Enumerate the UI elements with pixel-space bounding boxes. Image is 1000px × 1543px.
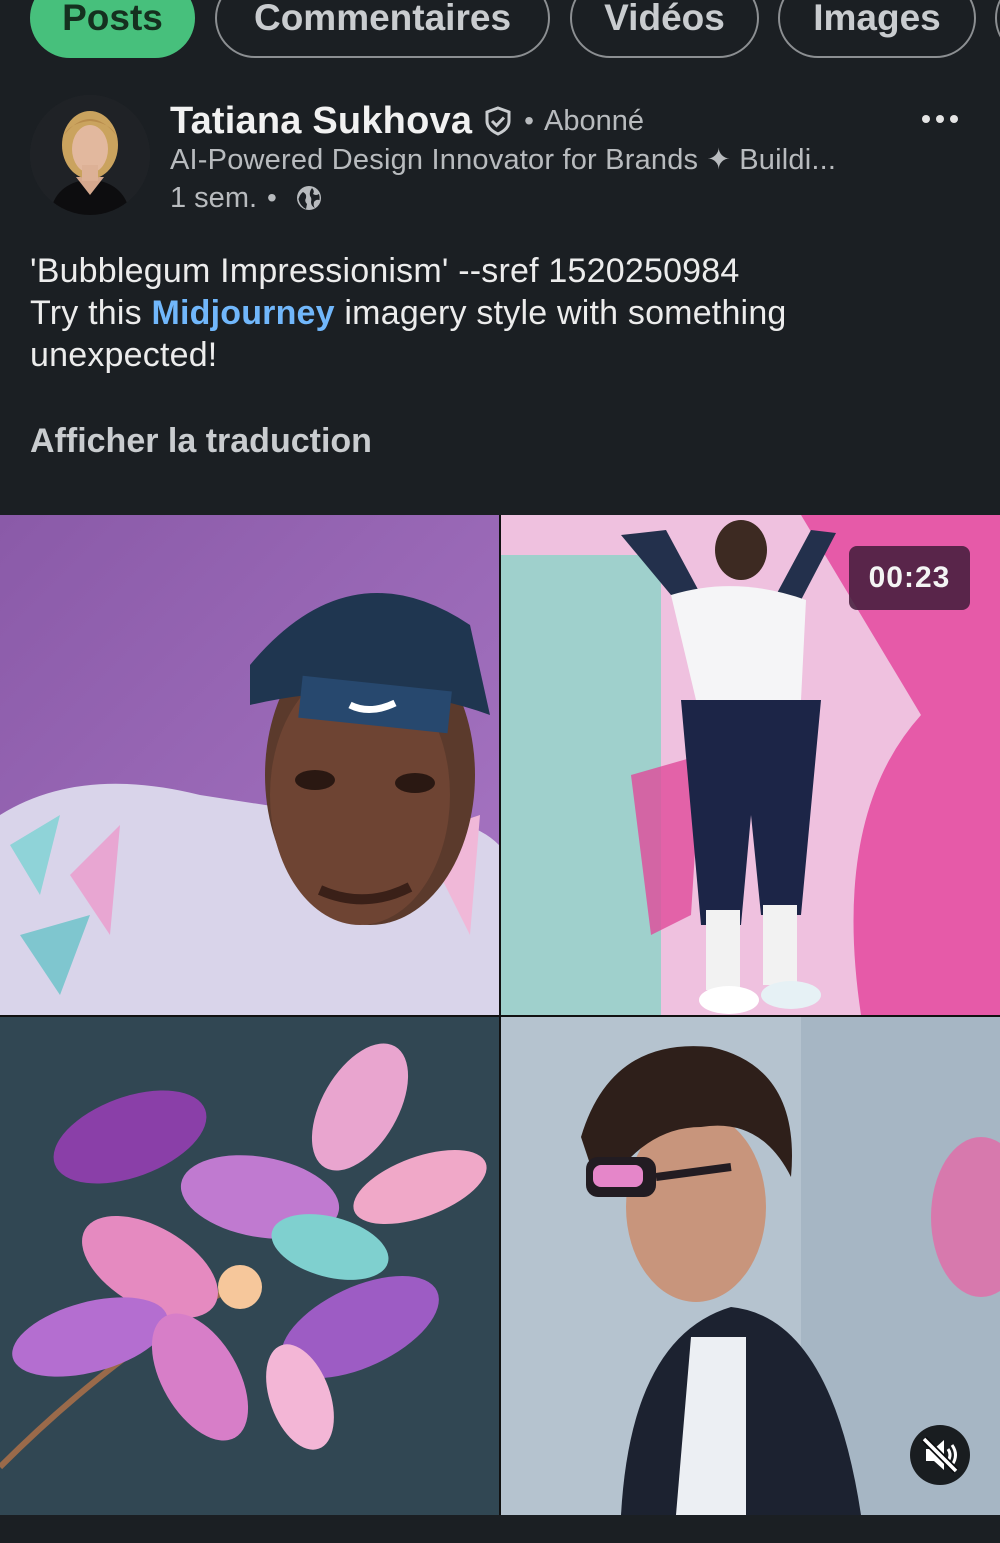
author-avatar[interactable] xyxy=(30,95,150,215)
post-text-line: 'Bubblegum Impressionism' --sref 1520250… xyxy=(30,252,740,290)
chip-more[interactable] xyxy=(995,0,1000,58)
post-body: 'Bubblegum Impressionism' --sref 1520250… xyxy=(30,250,970,376)
author-name[interactable]: Tatiana Sukhova xyxy=(170,100,472,143)
author-headline: AI-Powered Design Innovator for Brands ✦… xyxy=(170,144,837,176)
chip-comments[interactable]: Commentaires xyxy=(215,0,550,58)
post-video[interactable] xyxy=(0,515,1000,1515)
chip-posts[interactable]: Posts xyxy=(30,0,195,58)
speaker-muted-icon xyxy=(921,1436,959,1474)
follow-status: Abonné xyxy=(543,104,644,137)
video-duration-badge: 00:23 xyxy=(849,546,970,610)
separator-dot: • xyxy=(267,182,277,213)
separator-dot: • xyxy=(524,105,534,136)
chip-videos[interactable]: Vidéos xyxy=(570,0,759,58)
more-options-button[interactable] xyxy=(920,104,960,134)
media-tile-portrait xyxy=(0,515,499,1015)
post-meta: 1 sem. • xyxy=(170,178,323,218)
post-text-fragment: Try this xyxy=(30,294,152,332)
show-translation-link[interactable]: Afficher la traduction xyxy=(30,422,372,461)
mute-toggle-button[interactable] xyxy=(910,1425,970,1485)
chip-images[interactable]: Images xyxy=(778,0,976,58)
post-footer-divider xyxy=(0,1515,1000,1543)
ellipsis-icon xyxy=(922,115,958,123)
midjourney-link[interactable]: Midjourney xyxy=(151,294,334,332)
author-row: Tatiana Sukhova • Abonné xyxy=(170,96,644,146)
shield-check-icon xyxy=(482,105,514,137)
globe-icon xyxy=(295,184,323,212)
media-tile-flower xyxy=(0,1017,499,1515)
filter-chips: Posts Commentaires Vidéos Images xyxy=(0,0,1000,62)
post-age: 1 sem. xyxy=(170,181,258,214)
post-text-line: Try this Midjourney imagery style with s… xyxy=(30,292,970,376)
